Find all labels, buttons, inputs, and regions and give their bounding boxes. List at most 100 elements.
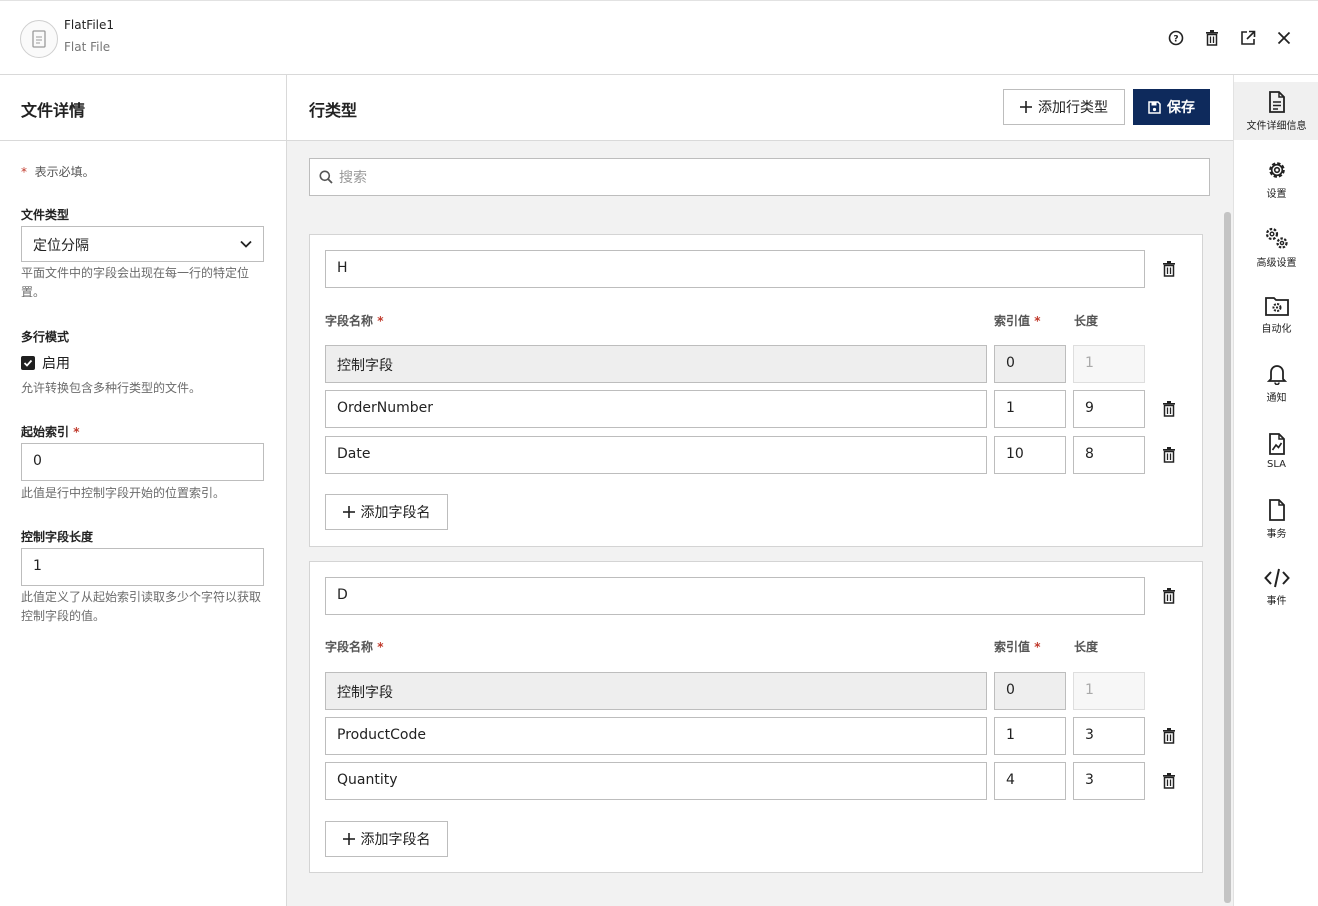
index-header: 索引值 * bbox=[994, 638, 1040, 655]
code-icon bbox=[1263, 568, 1290, 587]
required-note: * 表示必填。 bbox=[21, 163, 95, 180]
plus-icon bbox=[1020, 101, 1032, 113]
multiline-help: 允许转换包含多种行类型的文件。 bbox=[21, 381, 202, 395]
rail-item-events[interactable]: 事件 bbox=[1234, 558, 1318, 616]
trash-icon[interactable] bbox=[1161, 446, 1177, 464]
add-row-type-button[interactable]: 添加行类型 bbox=[1003, 89, 1125, 125]
rail-item-label: 设置 bbox=[1266, 188, 1287, 200]
file-details-panel: 文件详情 * 表示必填。 文件类型 定位分隔 平面文件中的字段会出现在每一行的特… bbox=[0, 75, 287, 906]
field-length-input: 1 bbox=[1073, 345, 1145, 383]
trash-icon[interactable] bbox=[1202, 27, 1222, 49]
field-index-input: 0 bbox=[994, 672, 1066, 710]
length-header: 长度 bbox=[1074, 640, 1099, 654]
trash-icon[interactable] bbox=[1161, 260, 1177, 278]
required-star: * bbox=[377, 640, 384, 654]
app-header: FlatFile1 Flat File ? bbox=[0, 0, 1318, 75]
plus-icon bbox=[342, 506, 355, 518]
add-field-button[interactable]: 添加字段名 bbox=[325, 494, 448, 530]
control-length-help: 此值定义了从起始索引读取多少个字符以获取控制字段的值。 bbox=[21, 590, 262, 623]
search-input[interactable]: 搜索 bbox=[309, 158, 1210, 196]
field-name-input: 控制字段 bbox=[325, 345, 987, 383]
external-link-icon[interactable] bbox=[1238, 27, 1258, 49]
multiline-label: 多行模式 bbox=[21, 330, 70, 344]
file-details-heading: 文件详情 bbox=[0, 75, 286, 141]
field-name-input[interactable]: Quantity bbox=[325, 762, 987, 800]
required-star: * bbox=[1034, 314, 1041, 328]
checkbox-checked-icon[interactable] bbox=[21, 356, 35, 370]
field-index-input: 0 bbox=[994, 345, 1066, 383]
document-icon bbox=[1268, 90, 1285, 113]
field-name-header: 字段名称 * bbox=[325, 312, 383, 329]
field-index-input[interactable]: 1 bbox=[994, 717, 1066, 755]
gear-icon bbox=[1268, 161, 1285, 178]
add-field-button[interactable]: 添加字段名 bbox=[325, 821, 448, 857]
multiline-checkbox-label: 启用 bbox=[42, 356, 70, 372]
rail-item-label: 通知 bbox=[1266, 392, 1287, 404]
save-icon bbox=[1148, 100, 1161, 114]
file-icon bbox=[1268, 498, 1285, 521]
field-length-input[interactable]: 9 bbox=[1073, 390, 1145, 428]
trash-icon[interactable] bbox=[1161, 587, 1177, 605]
start-index-input[interactable]: 0 bbox=[21, 443, 264, 481]
file-subtitle: Flat File bbox=[64, 40, 111, 54]
field-name-input: 控制字段 bbox=[325, 672, 987, 710]
rail-item-label: SLA bbox=[1267, 458, 1286, 470]
field-name-input[interactable]: OrderNumber bbox=[325, 390, 987, 428]
add-field-label: 添加字段名 bbox=[360, 832, 431, 848]
field-name-input[interactable]: ProductCode bbox=[325, 717, 987, 755]
field-name-header-text: 字段名称 bbox=[325, 314, 374, 328]
start-index-label-text: 起始索引 bbox=[21, 425, 70, 439]
add-row-type-label: 添加行类型 bbox=[1038, 100, 1108, 116]
trash-icon[interactable] bbox=[1161, 727, 1177, 745]
chevron-down-icon bbox=[239, 237, 253, 255]
row-type-card: D 字段名称 * 索引值 * 长度 控制字段 0 1 ProductCode 1… bbox=[309, 561, 1203, 873]
search-placeholder: 搜索 bbox=[339, 170, 367, 186]
rail-item-notifications[interactable]: 通知 bbox=[1234, 354, 1318, 412]
plus-icon bbox=[342, 833, 355, 845]
row-types-header: 行类型 添加行类型 保存 bbox=[287, 75, 1233, 141]
row-type-name-input[interactable]: H bbox=[325, 250, 1145, 288]
required-star: * bbox=[1034, 640, 1041, 654]
field-length-input: 1 bbox=[1073, 672, 1145, 710]
trash-icon[interactable] bbox=[1161, 772, 1177, 790]
required-star: * bbox=[377, 314, 384, 328]
file-type-select[interactable]: 定位分隔 bbox=[21, 226, 264, 262]
flat-file-icon bbox=[20, 20, 58, 58]
field-name-input[interactable]: Date bbox=[325, 436, 987, 474]
file-type-value: 定位分隔 bbox=[33, 238, 89, 254]
rail-item-label: 事务 bbox=[1266, 528, 1287, 540]
required-note-text: 表示必填。 bbox=[34, 165, 95, 179]
file-title: FlatFile1 bbox=[64, 18, 115, 32]
svg-text:?: ? bbox=[1173, 35, 1178, 45]
field-index-input[interactable]: 10 bbox=[994, 436, 1066, 474]
field-length-input[interactable]: 3 bbox=[1073, 717, 1145, 755]
file-type-label: 文件类型 bbox=[21, 208, 70, 222]
save-button[interactable]: 保存 bbox=[1133, 89, 1210, 125]
field-index-input[interactable]: 4 bbox=[994, 762, 1066, 800]
index-header-text: 索引值 bbox=[994, 640, 1031, 654]
rail-item-automation[interactable]: 自动化 bbox=[1234, 286, 1318, 344]
bell-icon bbox=[1266, 364, 1287, 385]
rail-item-transactions[interactable]: 事务 bbox=[1234, 490, 1318, 548]
row-type-name-input[interactable]: D bbox=[325, 577, 1145, 615]
gears-icon bbox=[1265, 227, 1288, 249]
rail-item-advanced-settings[interactable]: 高级设置 bbox=[1234, 218, 1318, 276]
save-label: 保存 bbox=[1167, 100, 1195, 116]
rail-item-sla[interactable]: SLA bbox=[1234, 422, 1318, 480]
multiline-checkbox-row[interactable]: 启用 bbox=[21, 353, 70, 373]
row-type-card: H 字段名称 * 索引值 * 长度 控制字段 0 1 OrderNumber 1… bbox=[309, 234, 1203, 547]
index-header-text: 索引值 bbox=[994, 314, 1031, 328]
rail-item-settings[interactable]: 设置 bbox=[1234, 150, 1318, 208]
row-types-panel: 行类型 添加行类型 保存 搜索 H 字段名称 * 索引值 * 长度 控制字段 0… bbox=[287, 75, 1233, 906]
help-icon[interactable]: ? bbox=[1166, 27, 1186, 49]
control-length-label: 控制字段长度 bbox=[21, 530, 94, 544]
scrollbar[interactable] bbox=[1224, 212, 1231, 903]
rail-item-file-details[interactable]: 文件详细信息 bbox=[1234, 82, 1318, 140]
field-index-input[interactable]: 1 bbox=[994, 390, 1066, 428]
close-icon[interactable] bbox=[1274, 27, 1294, 49]
control-length-input[interactable]: 1 bbox=[21, 548, 264, 586]
field-length-input[interactable]: 8 bbox=[1073, 436, 1145, 474]
trash-icon[interactable] bbox=[1161, 400, 1177, 418]
rail-item-label: 自动化 bbox=[1261, 323, 1292, 335]
field-length-input[interactable]: 3 bbox=[1073, 762, 1145, 800]
